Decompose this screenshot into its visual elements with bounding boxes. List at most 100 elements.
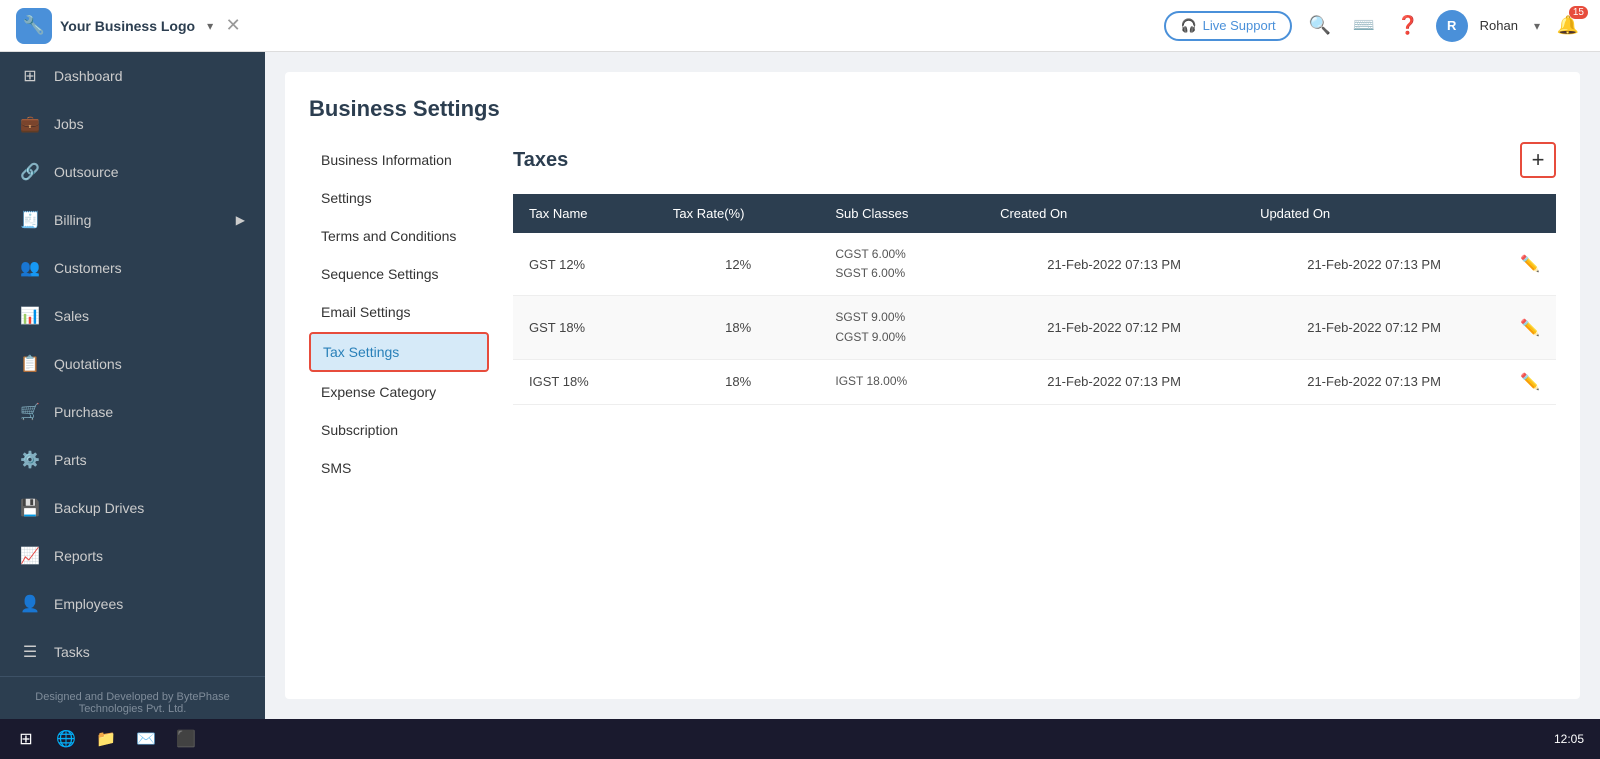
outsource-icon: 🔗 (20, 162, 40, 182)
sales-icon: 📊 (20, 306, 40, 326)
settings-menu: Business Information Settings Terms and … (309, 142, 489, 488)
col-actions (1504, 194, 1556, 233)
main-content: Business Settings Business Information S… (265, 52, 1600, 719)
edit-button[interactable]: ✏️ (1504, 359, 1556, 404)
menu-expense[interactable]: Expense Category (309, 374, 489, 410)
cell-created-on: 21-Feb-2022 07:13 PM (984, 359, 1244, 404)
taskbar-start[interactable]: ⊞ (8, 724, 44, 754)
sidebar-item-backup-drives[interactable]: 💾 Backup Drives (0, 484, 265, 532)
sidebar-item-parts[interactable]: ⚙️ Parts (0, 436, 265, 484)
cell-sub-classes: IGST 18.00% (819, 359, 984, 404)
taskbar-browser[interactable]: 🌐 (48, 724, 84, 754)
menu-tax[interactable]: Tax Settings (309, 332, 489, 372)
search-button[interactable]: 🔍 (1304, 10, 1336, 42)
user-name: Rohan (1480, 18, 1518, 33)
app-logo: 🔧 (16, 8, 52, 44)
sidebar-item-tasks[interactable]: ☰ Tasks (0, 628, 265, 676)
menu-business-info[interactable]: Business Information (309, 142, 489, 178)
sidebar-item-sales[interactable]: 📊 Sales (0, 292, 265, 340)
settings-body: Business Information Settings Terms and … (309, 142, 1556, 488)
table-row: GST 12% 12% CGST 6.00%SGST 6.00% 21-Feb-… (513, 233, 1556, 296)
employees-icon: 👤 (20, 594, 40, 614)
edit-button[interactable]: ✏️ (1504, 233, 1556, 296)
col-created-on: Created On (984, 194, 1244, 233)
sidebar-item-outsource[interactable]: 🔗 Outsource (0, 148, 265, 196)
sidebar-label-backup-drives: Backup Drives (54, 500, 144, 516)
menu-sms[interactable]: SMS (309, 450, 489, 486)
sidebar-label-billing: Billing (54, 212, 91, 228)
cell-tax-rate: 18% (657, 296, 819, 359)
add-tax-button[interactable]: + (1520, 142, 1556, 178)
notification-bell[interactable]: 🔔 15 (1552, 10, 1584, 42)
taskbar-time: 12:05 (1554, 732, 1592, 746)
sidebar-item-employees[interactable]: 👤 Employees (0, 580, 265, 628)
tasks-icon: ☰ (20, 642, 40, 662)
reports-icon: 📈 (20, 546, 40, 566)
menu-settings[interactable]: Settings (309, 180, 489, 216)
table-header-row: Tax Name Tax Rate(%) Sub Classes Created… (513, 194, 1556, 233)
taskbar-folder[interactable]: 📁 (88, 724, 124, 754)
sidebar-item-reports[interactable]: 📈 Reports (0, 532, 265, 580)
quotations-icon: 📋 (20, 354, 40, 374)
user-chevron-icon[interactable]: ▾ (1534, 19, 1540, 33)
footer-text: Designed and Developed by BytePhaseTechn… (35, 691, 229, 715)
sidebar-item-customers[interactable]: 👥 Customers (0, 244, 265, 292)
col-sub-classes: Sub Classes (819, 194, 984, 233)
sidebar-item-jobs[interactable]: 💼 Jobs (0, 100, 265, 148)
cell-sub-classes: CGST 6.00%SGST 6.00% (819, 233, 984, 296)
cell-created-on: 21-Feb-2022 07:12 PM (984, 296, 1244, 359)
taxes-section: Taxes + Tax Name Tax Rate(%) Sub Classes… (513, 142, 1556, 488)
header-left: 🔧 Your Business Logo ▾ ✕ (16, 8, 245, 44)
menu-email[interactable]: Email Settings (309, 294, 489, 330)
taskbar: ⊞ 🌐 📁 ✉️ ⬛ 12:05 (0, 719, 1600, 759)
keyboard-button[interactable]: ⌨️ (1348, 10, 1380, 42)
cell-created-on: 21-Feb-2022 07:13 PM (984, 233, 1244, 296)
taxes-table: Tax Name Tax Rate(%) Sub Classes Created… (513, 194, 1556, 405)
taskbar-mail[interactable]: ✉️ (128, 724, 164, 754)
col-tax-name: Tax Name (513, 194, 657, 233)
sidebar-label-purchase: Purchase (54, 404, 113, 420)
sidebar-label-parts: Parts (54, 452, 87, 468)
sidebar-label-quotations: Quotations (54, 356, 122, 372)
live-support-button[interactable]: 🎧 Live Support (1164, 11, 1291, 41)
menu-sequence[interactable]: Sequence Settings (309, 256, 489, 292)
col-updated-on: Updated On (1244, 194, 1504, 233)
sidebar-item-dashboard[interactable]: ⊞ Dashboard (0, 52, 265, 100)
cell-tax-rate: 12% (657, 233, 819, 296)
parts-icon: ⚙️ (20, 450, 40, 470)
sidebar-item-purchase[interactable]: 🛒 Purchase (0, 388, 265, 436)
dashboard-icon: ⊞ (20, 66, 40, 86)
main-layout: ⊞ Dashboard 💼 Jobs 🔗 Outsource 🧾 Billing… (0, 52, 1600, 719)
cell-tax-rate: 18% (657, 359, 819, 404)
sidebar-footer: Designed and Developed by BytePhaseTechn… (0, 676, 265, 719)
sidebar-label-customers: Customers (54, 260, 122, 276)
edit-button[interactable]: ✏️ (1504, 296, 1556, 359)
sidebar: ⊞ Dashboard 💼 Jobs 🔗 Outsource 🧾 Billing… (0, 52, 265, 719)
purchase-icon: 🛒 (20, 402, 40, 422)
customers-icon: 👥 (20, 258, 40, 278)
close-button[interactable]: ✕ (221, 14, 245, 38)
sidebar-label-dashboard: Dashboard (54, 68, 123, 84)
billing-icon: 🧾 (20, 210, 40, 230)
sidebar-label-jobs: Jobs (54, 116, 84, 132)
billing-arrow-icon: ▶ (236, 213, 245, 227)
avatar: R (1436, 10, 1468, 42)
jobs-icon: 💼 (20, 114, 40, 134)
sidebar-item-quotations[interactable]: 📋 Quotations (0, 340, 265, 388)
brand-chevron-icon[interactable]: ▾ (207, 19, 213, 33)
cell-tax-name: GST 12% (513, 233, 657, 296)
sidebar-item-billing[interactable]: 🧾 Billing ▶ (0, 196, 265, 244)
menu-subscription[interactable]: Subscription (309, 412, 489, 448)
sidebar-label-tasks: Tasks (54, 644, 90, 660)
page-title: Business Settings (309, 96, 1556, 122)
sidebar-label-outsource: Outsource (54, 164, 119, 180)
help-button[interactable]: ❓ (1392, 10, 1424, 42)
menu-terms[interactable]: Terms and Conditions (309, 218, 489, 254)
taxes-title: Taxes (513, 149, 568, 172)
cell-tax-name: GST 18% (513, 296, 657, 359)
notification-badge: 15 (1569, 6, 1588, 19)
cell-updated-on: 21-Feb-2022 07:13 PM (1244, 233, 1504, 296)
col-tax-rate: Tax Rate(%) (657, 194, 819, 233)
cell-updated-on: 21-Feb-2022 07:12 PM (1244, 296, 1504, 359)
taskbar-terminal[interactable]: ⬛ (168, 724, 204, 754)
